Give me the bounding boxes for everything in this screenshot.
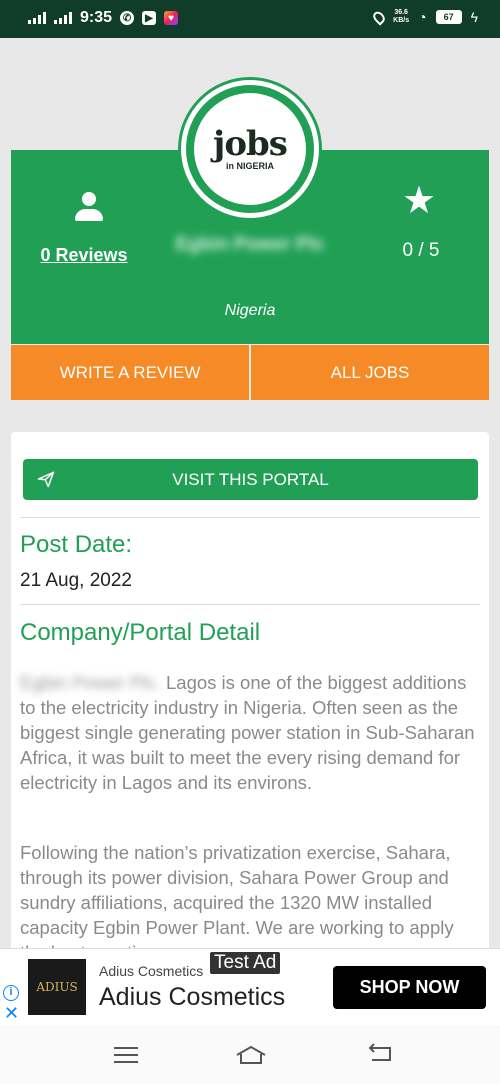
company-name: Egbin Power Plc xyxy=(175,234,325,255)
logo-text: jobs xyxy=(213,124,288,164)
detail-paragraph-2: Following the nation’s privatization exe… xyxy=(20,842,454,963)
signal-icon xyxy=(54,12,72,24)
reviews-link[interactable]: 0 Reviews xyxy=(34,245,134,266)
user-icon xyxy=(74,192,104,222)
status-time: 9:35 xyxy=(80,9,113,26)
detail-title: Company/Portal Detail xyxy=(20,619,261,646)
ad-logo: ADIUS xyxy=(28,959,86,1015)
ad-banner[interactable]: i ✕ ADIUS Adius Cosmetics Adius Cosmetic… xyxy=(0,948,500,1025)
speed-value: 36.6 xyxy=(394,9,408,16)
status-bar: 9:35 ✆ ▶ ♥ 36.6 KB/s ◔ 67 ϟ xyxy=(0,0,500,38)
visit-portal-label: VISIT THIS PORTAL xyxy=(172,469,329,489)
post-date-value: 21 Aug, 2022 xyxy=(20,570,132,591)
portal-detail-card: VISIT THIS PORTAL Post Date: 21 Aug, 202… xyxy=(11,432,489,992)
post-date-title: Post Date: xyxy=(20,531,133,558)
ad-info-icon[interactable]: i xyxy=(3,985,19,1001)
navigation-bar xyxy=(0,1025,500,1084)
back-icon[interactable] xyxy=(368,1043,394,1063)
ad-test-tag: Test Ad xyxy=(210,952,281,974)
whatsapp-icon: ✆ xyxy=(120,11,135,25)
battery-icon: 67 xyxy=(435,10,462,24)
menu-icon[interactable] xyxy=(114,1047,138,1068)
wifi-icon: ◔ xyxy=(418,9,427,25)
shop-now-button[interactable]: SHOP NOW xyxy=(333,966,486,1009)
ad-small-title: Adius Cosmetics xyxy=(99,963,204,979)
rating-value: 0 / 5 xyxy=(402,240,440,261)
ad-close-icon[interactable]: ✕ xyxy=(4,1003,19,1024)
all-jobs-button[interactable]: ALL JOBS xyxy=(251,345,489,400)
photos-icon: ♥ xyxy=(164,11,179,25)
divider xyxy=(20,604,480,605)
star-icon: ★ xyxy=(402,180,437,222)
youtube-icon: ▶ xyxy=(142,11,157,25)
logo-subtext: in NIGERIA xyxy=(225,161,274,171)
signal-icon xyxy=(28,12,46,24)
send-icon xyxy=(37,471,55,488)
detail-paragraph-1: Egbin Power Plc. Lagos is one of the big… xyxy=(20,670,482,795)
speed-unit: KB/s xyxy=(393,17,410,24)
home-icon[interactable] xyxy=(235,1045,267,1065)
charging-icon: ϟ xyxy=(470,9,478,25)
write-review-button[interactable]: WRITE A REVIEW xyxy=(11,345,249,400)
company-country: Nigeria xyxy=(224,302,276,319)
network-speed: 36.6 KB/s xyxy=(393,9,409,25)
location-icon xyxy=(371,8,388,26)
blurred-company-name: Egbin Power Plc. xyxy=(20,672,161,693)
status-right: 36.6 KB/s ◔ 67 ϟ xyxy=(371,8,478,26)
company-logo: jobs in NIGERIA xyxy=(181,80,319,218)
header-actions: WRITE A REVIEW ALL JOBS xyxy=(11,345,489,400)
visit-portal-button[interactable]: VISIT THIS PORTAL xyxy=(23,459,478,500)
divider xyxy=(20,517,480,518)
ad-big-title: Adius Cosmetics xyxy=(99,983,286,1011)
logo-badge: jobs in NIGERIA xyxy=(194,93,306,205)
status-left: 9:35 ✆ ▶ ♥ xyxy=(28,9,179,27)
